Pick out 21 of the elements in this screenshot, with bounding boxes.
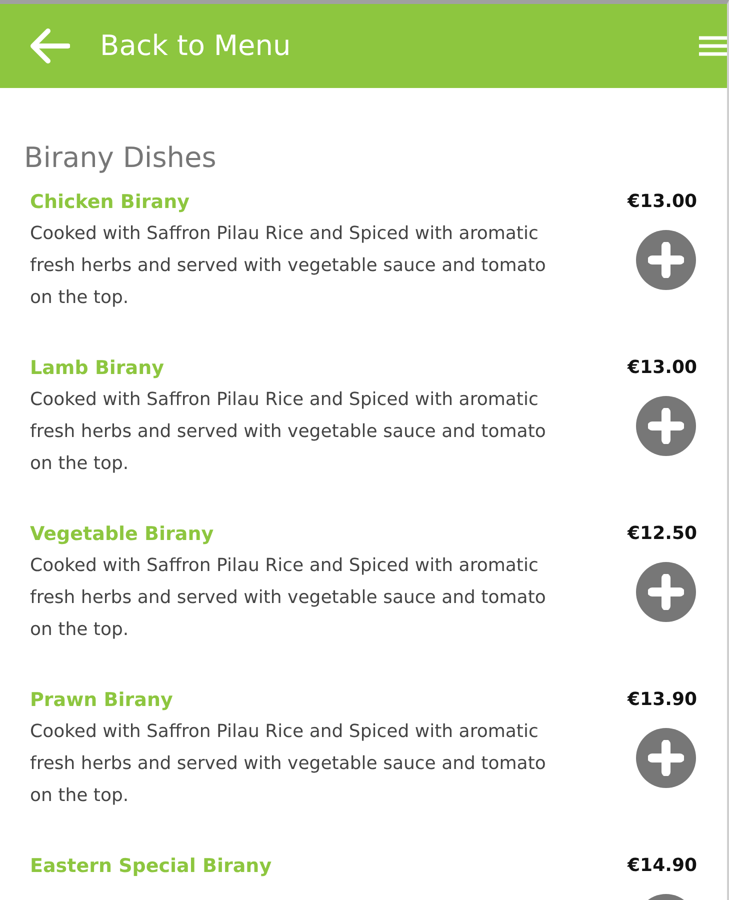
dish-name: Chicken Birany	[30, 190, 190, 215]
plus-icon	[648, 740, 684, 776]
dish-description: Cooked with Saffron Pilau Rice and Spiced with aromatic fresh herbs and served with vegetable sauce and tomato on the top.	[30, 388, 547, 476]
dish-price: €13.90	[628, 688, 697, 712]
dish-name: Eastern Special Birany	[30, 854, 273, 879]
back-button[interactable]: Back to Menu	[30, 25, 291, 67]
dish-description: Cooked with Saffron Pilau Rice and Spiced with aromatic fresh herbs and served with vegetable sauce and tomato on the top.	[30, 554, 547, 642]
dish-price: €14.90	[628, 854, 697, 878]
dish-price: €13.00	[628, 190, 697, 214]
plus-icon	[648, 242, 684, 278]
section-title: Birany Dishes	[24, 140, 218, 176]
plus-icon	[648, 408, 684, 444]
back-arrow-icon	[30, 28, 70, 64]
dish-description: Cooked with Saffron Pilau Rice and Spiced with aromatic fresh herbs and served with vegetable sauce and tomato on the top.	[30, 720, 547, 808]
dish-name: Prawn Birany	[30, 688, 174, 713]
dish-price: €12.50	[628, 522, 697, 546]
dish-name: Lamb Birany	[30, 356, 166, 381]
dish-description: Cooked with Saffron Pilau Rice and Spiced with aromatic fresh herbs and served with vegetable sauce and tomato on the top.	[30, 222, 547, 310]
plus-icon	[648, 574, 684, 610]
dish-price: €13.00	[628, 356, 697, 380]
dish-name: Vegetable Birany	[30, 522, 215, 547]
